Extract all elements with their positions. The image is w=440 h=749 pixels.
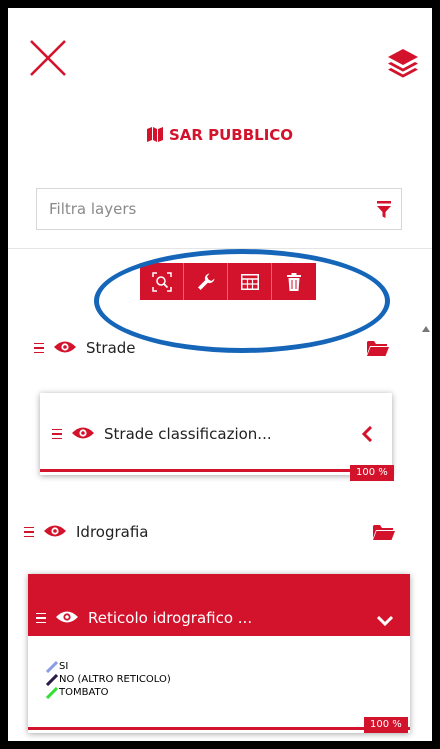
- layers-button[interactable]: [386, 46, 420, 80]
- eye-icon[interactable]: [54, 339, 76, 358]
- eye-icon[interactable]: [44, 523, 66, 542]
- eye-icon[interactable]: [56, 609, 78, 628]
- layer-label: Reticolo idrografico ...: [88, 609, 253, 627]
- progress-badge: 100 %: [364, 717, 408, 733]
- filter-field: [36, 188, 402, 230]
- drag-handle-icon[interactable]: [24, 524, 34, 541]
- close-button[interactable]: [28, 38, 68, 78]
- drag-handle-icon[interactable]: [34, 340, 44, 357]
- map-icon: [146, 127, 163, 146]
- delete-layer-button[interactable]: [272, 263, 316, 300]
- folder-open-icon[interactable]: [367, 340, 389, 360]
- attribute-table-button[interactable]: [228, 263, 272, 300]
- scrollbar[interactable]: [418, 318, 432, 741]
- chevron-down-icon[interactable]: [376, 611, 394, 630]
- zoom-to-layer-icon: [151, 271, 172, 292]
- layer-group-label: Idrografia: [76, 523, 149, 541]
- legend-label: SI: [59, 661, 69, 672]
- layer-group-label: Strade: [86, 339, 136, 357]
- layer-item-reticolo[interactable]: Reticolo idrografico ...: [36, 606, 356, 630]
- legend-item: SI: [46, 660, 171, 673]
- legend-label: TOMBATO: [59, 687, 109, 698]
- layer-group-strade[interactable]: Strade: [34, 336, 394, 360]
- scroll-up-arrow[interactable]: [422, 326, 430, 332]
- legend-label: NO (ALTRO RETICOLO): [59, 674, 171, 685]
- legend-swatch: [46, 673, 58, 686]
- drag-handle-icon[interactable]: [52, 426, 62, 443]
- layer-item-strade-classificazione[interactable]: Strade classificazion...: [52, 422, 372, 446]
- settings-button[interactable]: [184, 263, 228, 300]
- layer-panel: SAR PUBBLICO Filtra layers Strade Strade…: [8, 8, 432, 741]
- title-text: SAR PUBBLICO: [168, 126, 294, 144]
- page-title: SAR PUBBLICO: [8, 126, 432, 146]
- layer-progress-bar: [28, 727, 410, 730]
- wrench-icon: [197, 273, 214, 290]
- legend-swatch: [46, 686, 58, 699]
- legend-item: TOMBATO: [46, 686, 171, 699]
- eye-icon[interactable]: [72, 425, 94, 444]
- legend-swatch: [46, 660, 58, 673]
- layers-icon: [388, 49, 418, 78]
- table-icon: [240, 273, 259, 290]
- chevron-left-icon[interactable]: [361, 425, 373, 446]
- zoom-to-layer-button[interactable]: [140, 263, 184, 300]
- layer-legend: SI NO (ALTRO RETICOLO) TOMBATO: [46, 660, 171, 699]
- divider: [8, 248, 432, 249]
- layer-label: Strade classificazion...: [104, 425, 272, 443]
- layer-group-idrografia[interactable]: Idrografia: [24, 520, 384, 544]
- filter-input[interactable]: [37, 189, 337, 229]
- drag-handle-icon[interactable]: [36, 610, 46, 627]
- filter-icon[interactable]: [377, 201, 391, 223]
- layer-toolbar: [140, 263, 316, 300]
- close-icon: [30, 40, 66, 76]
- trash-icon: [287, 272, 301, 291]
- progress-badge: 100 %: [350, 465, 394, 481]
- legend-item: NO (ALTRO RETICOLO): [46, 673, 171, 686]
- layer-progress-bar: [40, 469, 392, 472]
- folder-open-icon[interactable]: [373, 524, 395, 544]
